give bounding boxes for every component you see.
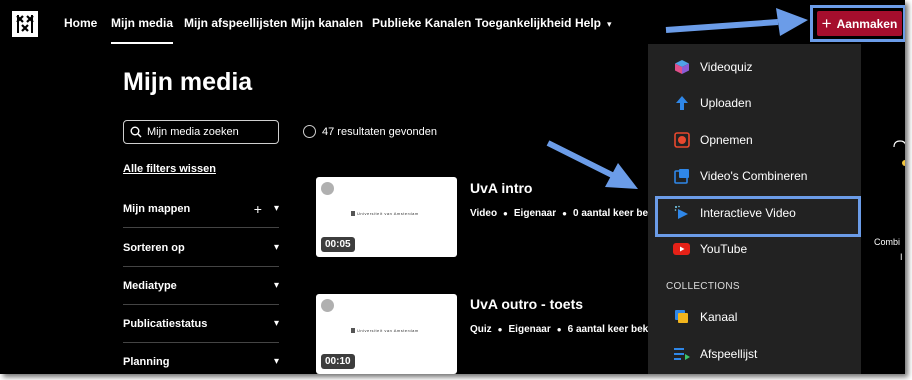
filter-planning[interactable]: Planning ▾: [123, 343, 279, 374]
chevron-down-icon: ▾: [273, 280, 279, 291]
page-title: Mijn media: [123, 68, 253, 96]
media-title[interactable]: UvA intro: [470, 180, 532, 196]
filter-label: Mijn mappen: [123, 202, 191, 215]
nav-publieke-kanalen[interactable]: Publieke Kanalen: [372, 16, 471, 30]
uva-logo-icon[interactable]: [12, 11, 38, 37]
record-icon: [673, 132, 690, 149]
nav-mijn-media[interactable]: Mijn media: [111, 16, 174, 44]
menu-item-label: Afspeellijst: [700, 347, 758, 361]
separator-dot: ●: [497, 325, 503, 334]
menu-item-label: Videoquiz: [700, 60, 753, 74]
chevron-down-icon: ▾: [273, 318, 279, 329]
arrow-to-interactive-video: [546, 140, 638, 189]
search-box[interactable]: [123, 120, 279, 144]
app-window: Home Mijn media Mijn afspeellijsten Mijn…: [0, 0, 905, 374]
partial-label-2: I: [900, 252, 903, 262]
cloud-icon: [893, 140, 905, 166]
section-heading-collections: COLLECTIONS: [666, 281, 740, 292]
media-title[interactable]: UvA outro - toets: [470, 296, 583, 312]
media-thumbnail[interactable]: Universiteit van Amsterdam 00:05: [316, 177, 457, 257]
filter-sorteren-op[interactable]: Sorteren op ▾: [123, 229, 279, 267]
filter-label: Mediatype: [123, 279, 177, 292]
select-checkbox[interactable]: [321, 299, 334, 312]
menu-item-label: Uploaden: [700, 96, 752, 110]
menu-item-label: Opnemen: [700, 133, 753, 147]
highlight-box-create: [810, 5, 905, 42]
combine-icon: [673, 168, 690, 185]
select-all-radio[interactable]: [303, 125, 316, 138]
media-type: Quiz: [470, 324, 492, 335]
nav-toegankelijkheid[interactable]: Toegankelijkheid: [475, 16, 571, 30]
playlist-icon: [673, 346, 690, 363]
results-toggle[interactable]: 47 resultaten gevonden: [303, 125, 437, 138]
chevron-down-icon: ▾: [273, 242, 279, 253]
menu-item-videoquiz[interactable]: Videoquiz: [648, 49, 861, 85]
filter-publicatiestatus[interactable]: Publicatiestatus ▾: [123, 305, 279, 343]
filter-label: Planning: [123, 355, 170, 368]
results-count: 47 resultaten gevonden: [322, 125, 437, 138]
separator-dot: ●: [556, 325, 562, 334]
chevron-down-icon: ▾: [607, 19, 612, 29]
separator-dot: ●: [503, 209, 508, 218]
uva-mark-icon: [351, 328, 355, 334]
select-checkbox[interactable]: [321, 182, 334, 195]
top-navigation: Home Mijn media Mijn afspeellijsten Mijn…: [0, 0, 905, 46]
media-meta: Quiz ● Eigenaar ● 6 aantal keer bek: [470, 324, 648, 335]
menu-item-kanaal[interactable]: Kanaal: [648, 299, 861, 335]
menu-item-label: Kanaal: [700, 310, 738, 324]
media-role: Eigenaar: [508, 324, 551, 335]
thumbnail-text: Universiteit van Amsterdam: [357, 211, 419, 216]
menu-item-label: Video's Combineren: [700, 169, 808, 183]
search-icon: [130, 126, 142, 138]
thumbnail-caption: Universiteit van Amsterdam: [351, 328, 419, 334]
partial-label: Combi: [874, 237, 901, 247]
duration-badge: 00:10: [321, 354, 355, 369]
uva-mark-icon: [351, 211, 355, 217]
nav-home[interactable]: Home: [64, 16, 97, 30]
nav-help[interactable]: Help ▾: [575, 16, 612, 30]
cube-icon: [673, 59, 690, 76]
thumbnail-text: Universiteit van Amsterdam: [357, 328, 419, 333]
youtube-icon: [673, 241, 690, 258]
clear-filters-link[interactable]: Alle filters wissen: [123, 163, 216, 175]
media-meta: Video ● Eigenaar ● 0 aantal keer be: [470, 208, 648, 219]
filter-mijn-mappen[interactable]: Mijn mappen + ▾: [123, 190, 279, 228]
menu-item-combineren[interactable]: Video's Combineren: [648, 158, 861, 194]
separator-dot: ●: [562, 209, 567, 218]
chevron-down-icon: ▾: [273, 356, 279, 367]
menu-item-opnemen[interactable]: Opnemen: [648, 122, 861, 158]
duration-badge: 00:05: [321, 237, 355, 252]
menu-item-uploaden[interactable]: Uploaden: [648, 85, 861, 121]
upload-arrow-icon: [673, 95, 690, 112]
menu-item-label: YouTube: [700, 242, 748, 256]
media-type: Video: [470, 208, 498, 219]
nav-mijn-afspeellijsten[interactable]: Mijn afspeellijsten: [184, 16, 287, 30]
filter-mediatype[interactable]: Mediatype ▾: [123, 267, 279, 305]
add-folder-icon[interactable]: +: [254, 201, 262, 217]
filter-label: Sorteren op: [123, 241, 185, 254]
media-views: 6 aantal keer bek: [567, 324, 649, 335]
media-role: Eigenaar: [513, 208, 557, 219]
highlight-box-interactive-video: [655, 196, 861, 237]
menu-item-afspeellijst[interactable]: Afspeellijst: [648, 336, 861, 372]
filter-label: Publicatiestatus: [123, 317, 208, 330]
media-thumbnail[interactable]: Universiteit van Amsterdam 00:10: [316, 294, 457, 374]
nav-mijn-kanalen[interactable]: Mijn kanalen: [291, 16, 363, 30]
search-input[interactable]: [147, 126, 267, 138]
media-views: 0 aantal keer be: [572, 208, 649, 219]
thumbnail-caption: Universiteit van Amsterdam: [351, 211, 419, 217]
nav-help-label: Help: [575, 16, 602, 30]
chevron-down-icon: ▾: [273, 203, 279, 214]
channel-icon: [673, 309, 690, 326]
